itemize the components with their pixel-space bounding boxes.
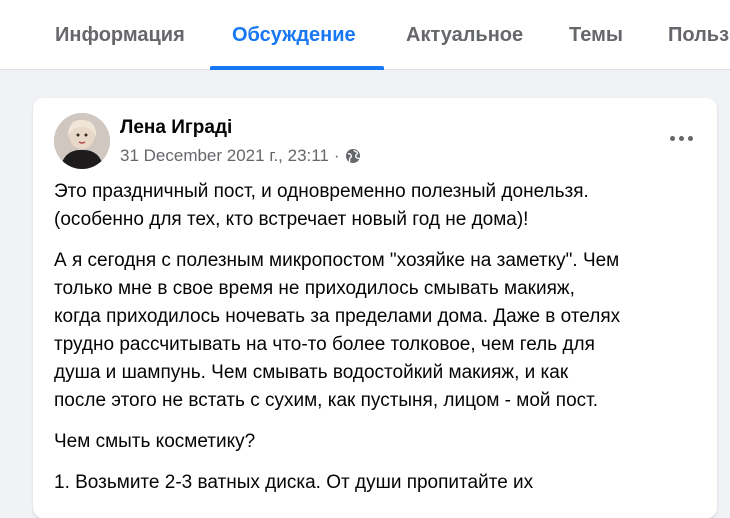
post-meta: 31 December 2021 г., 23:11 · [120,146,361,166]
avatar[interactable] [54,113,110,169]
more-options-icon [669,135,675,141]
tab-discussion[interactable]: Обсуждение [232,0,356,70]
tab-topics[interactable]: Темы [569,0,623,70]
globe-icon [345,148,361,164]
meta-separator: · [333,146,340,165]
tab-info[interactable]: Информация [55,0,185,70]
post-card: Лена Иградi 31 December 2021 г., 23:11 ·… [33,98,717,518]
post-timestamp[interactable]: 31 December 2021 г., 23:11 [120,146,329,166]
post-paragraph: 1. Возьмите 2-3 ватных диска. От души пр… [54,472,534,493]
tab-members[interactable]: Польз [668,0,729,70]
active-tab-indicator [210,66,384,70]
tab-featured[interactable]: Актуальное [406,0,523,70]
post-paragraph: Это праздничный пост, и одновременно пол… [54,181,589,230]
avatar-image [54,113,110,169]
post-paragraph: Чем смыть косметику? [54,431,256,452]
post-paragraph: А я сегодня с полезным микропостом "хозя… [54,250,621,411]
tab-bar: Информация Обсуждение Актуальное Темы По… [0,0,730,70]
post-body: Это праздничный пост, и одновременно пол… [54,178,704,510]
more-options-button[interactable] [663,120,699,156]
post-author[interactable]: Лена Иградi [120,117,232,139]
